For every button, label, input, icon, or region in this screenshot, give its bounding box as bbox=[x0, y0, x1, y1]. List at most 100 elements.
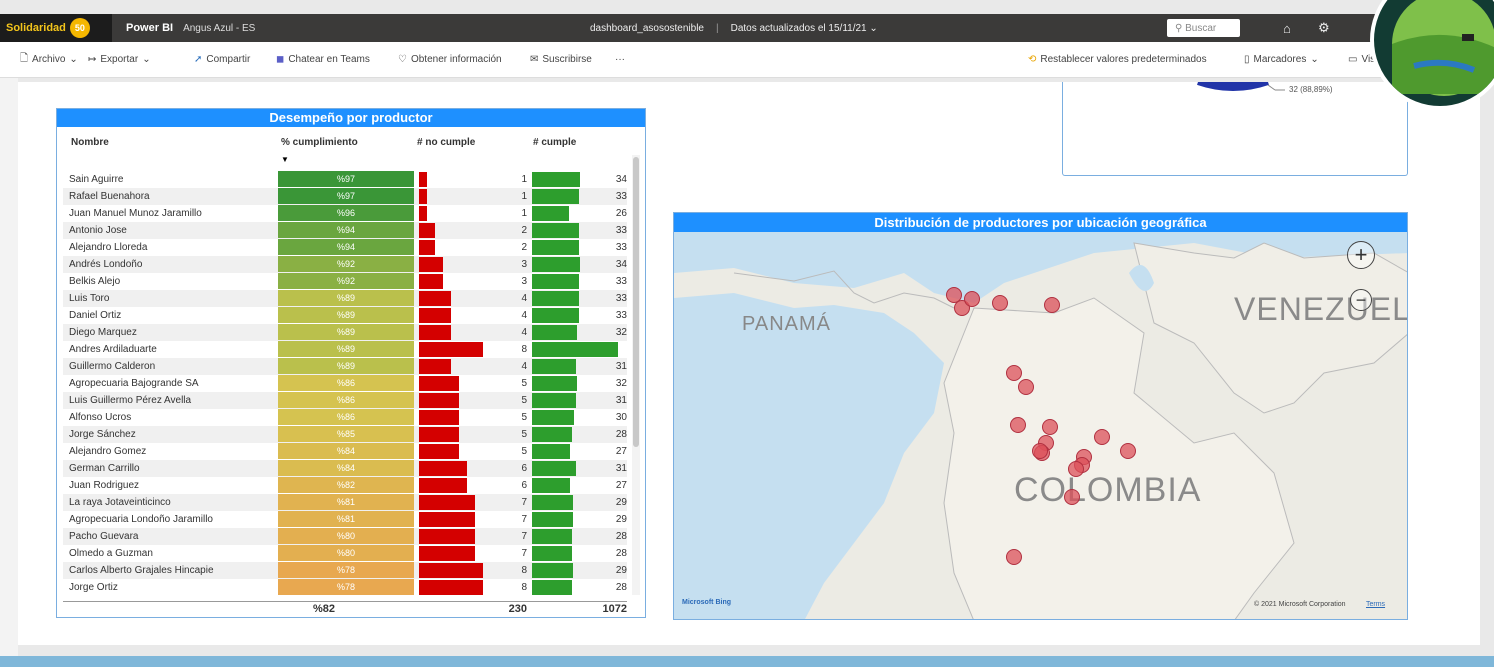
producer-location-marker[interactable] bbox=[964, 291, 980, 307]
geo-distribution-map[interactable]: Distribución de productores por ubicació… bbox=[673, 212, 1408, 620]
title-separator: | bbox=[715, 22, 719, 34]
column-header-cumple[interactable]: # cumple bbox=[533, 137, 576, 148]
pie-chart-fragment bbox=[1197, 79, 1285, 91]
cumple-bar bbox=[532, 410, 575, 425]
insights-label: Obtener información bbox=[410, 54, 502, 65]
reset-icon: ⟲ bbox=[1028, 54, 1037, 65]
cumple-bar bbox=[532, 563, 573, 578]
table-row[interactable]: Alejandro Lloreda %94 2 33 bbox=[63, 239, 627, 256]
no-cumple-value: 5 bbox=[521, 412, 527, 423]
producer-location-marker[interactable] bbox=[1018, 379, 1034, 395]
producer-name: Antonio Jose bbox=[69, 225, 127, 236]
bookmarks-label: Marcadores bbox=[1253, 54, 1307, 65]
scrollbar-thumb[interactable] bbox=[633, 157, 639, 447]
cumple-value: 28 bbox=[615, 429, 627, 440]
zoom-in-button[interactable]: + bbox=[1347, 241, 1375, 269]
no-cumple-value: 2 bbox=[521, 242, 527, 253]
zoom-out-button[interactable]: − bbox=[1350, 289, 1372, 311]
table-row[interactable]: German Carrillo %84 6 31 bbox=[63, 460, 627, 477]
data-updated-dropdown[interactable]: Datos actualizados el 15/11/21 ⌄ bbox=[731, 23, 878, 34]
table-row[interactable]: Jorge Ortiz %78 8 28 bbox=[63, 579, 627, 596]
country-label-colombia: COLOMBIA bbox=[1014, 471, 1202, 509]
table-row[interactable]: Andrés Londoño %92 3 34 bbox=[63, 256, 627, 273]
subscribe-button[interactable]: ✉ Suscribirse bbox=[530, 54, 592, 65]
table-row[interactable]: Juan Manuel Munoz Jaramillo %96 1 26 bbox=[63, 205, 627, 222]
producer-name: Sain Aguirre bbox=[69, 174, 124, 185]
app-name[interactable]: Power BI bbox=[126, 22, 173, 34]
table-row[interactable]: Juan Rodriguez %82 6 27 bbox=[63, 477, 627, 494]
file-menu[interactable]: 🗋 Archivo ⌄ bbox=[20, 51, 78, 68]
producer-location-marker[interactable] bbox=[1068, 461, 1084, 477]
table-row[interactable]: Luis Guillermo Pérez Avella %86 5 31 bbox=[63, 392, 627, 409]
producer-location-marker[interactable] bbox=[1006, 365, 1022, 381]
table-row[interactable]: Alejandro Gomez %84 5 27 bbox=[63, 443, 627, 460]
producer-location-marker[interactable] bbox=[1010, 417, 1026, 433]
producer-location-marker[interactable] bbox=[1044, 297, 1060, 313]
map-title: Distribución de productores por ubicació… bbox=[674, 213, 1407, 232]
producer-name: Jorge Sánchez bbox=[69, 429, 136, 440]
producer-location-marker[interactable] bbox=[1094, 429, 1110, 445]
table-row[interactable]: Daniel Ortiz %89 4 33 bbox=[63, 307, 627, 324]
table-row[interactable]: Luis Toro %89 4 33 bbox=[63, 290, 627, 307]
table-row[interactable]: Agropecuaria Londoño Jaramillo %81 7 29 bbox=[63, 511, 627, 528]
table-row[interactable]: Jorge Sánchez %85 5 28 bbox=[63, 426, 627, 443]
table-row[interactable]: Rafael Buenahora %97 1 33 bbox=[63, 188, 627, 205]
producer-location-marker[interactable] bbox=[1006, 549, 1022, 565]
producer-name: Guillermo Calderon bbox=[69, 361, 156, 372]
producer-location-marker[interactable] bbox=[1042, 419, 1058, 435]
export-menu[interactable]: ↦ Exportar ⌄ bbox=[88, 54, 151, 65]
cumple-value: 33 bbox=[615, 191, 627, 202]
no-cumple-bar bbox=[419, 291, 451, 306]
share-button[interactable]: ➚ Compartir bbox=[194, 54, 250, 65]
notification-icon[interactable]: ⌂ bbox=[1283, 21, 1291, 36]
workspace-name[interactable]: Angus Azul - ES bbox=[183, 23, 255, 34]
table-row[interactable]: Agropecuaria Bajogrande SA %86 5 32 bbox=[63, 375, 627, 392]
table-row[interactable]: Carlos Alberto Grajales Hincapie %78 8 29 bbox=[63, 562, 627, 579]
compliance-cell: %86 bbox=[278, 409, 414, 425]
more-options-button[interactable]: ··· bbox=[615, 54, 625, 65]
insights-button[interactable]: ♡ Obtener información bbox=[398, 54, 502, 65]
no-cumple-value: 4 bbox=[521, 327, 527, 338]
producer-performance-table[interactable]: Desempeño por productor Nombre % cumplim… bbox=[56, 108, 646, 618]
logo-badge: 50 bbox=[69, 18, 90, 38]
table-row[interactable]: Alfonso Ucros %86 5 30 bbox=[63, 409, 627, 426]
settings-gear-icon[interactable]: ⚙ bbox=[1318, 20, 1330, 36]
table-row[interactable]: Sain Aguirre %97 1 34 bbox=[63, 171, 627, 188]
sort-descending-icon[interactable]: ▼ bbox=[281, 155, 289, 164]
table-row[interactable]: Antonio Jose %94 2 33 bbox=[63, 222, 627, 239]
cumple-bar bbox=[532, 495, 573, 510]
cumple-value: 31 bbox=[615, 395, 627, 406]
map-copyright: © 2021 Microsoft Corporation bbox=[1254, 601, 1346, 608]
table-row[interactable]: Pacho Guevara %80 7 28 bbox=[63, 528, 627, 545]
producer-location-marker[interactable] bbox=[1032, 443, 1048, 459]
table-row[interactable]: Andres Ardiladuarte %89 8 bbox=[63, 341, 627, 358]
search-input[interactable]: ⚲ Buscar bbox=[1167, 19, 1240, 37]
no-cumple-bar bbox=[419, 172, 427, 187]
column-header-name[interactable]: Nombre bbox=[71, 137, 109, 148]
bookmarks-menu[interactable]: ▯ Marcadores ⌄ bbox=[1244, 54, 1319, 65]
no-cumple-bar bbox=[419, 393, 459, 408]
column-header-no-cumple[interactable]: # no cumple bbox=[417, 137, 475, 148]
table-row[interactable]: Diego Marquez %89 4 32 bbox=[63, 324, 627, 341]
table-row[interactable]: La raya Jotaveinticinco %81 7 29 bbox=[63, 494, 627, 511]
map-terms-link[interactable]: Terms bbox=[1366, 601, 1385, 608]
table-row[interactable]: Olmedo a Guzman %80 7 28 bbox=[63, 545, 627, 562]
no-cumple-bar bbox=[419, 427, 459, 442]
map-base[interactable] bbox=[674, 213, 1408, 620]
producer-name: Andrés Londoño bbox=[69, 259, 143, 270]
producer-name: Luis Guillermo Pérez Avella bbox=[69, 395, 192, 406]
share-icon: ➚ bbox=[194, 54, 203, 65]
teams-button[interactable]: ◼ Chatear en Teams bbox=[276, 54, 370, 65]
producer-name: Agropecuaria Londoño Jaramillo bbox=[69, 514, 213, 525]
table-row[interactable]: Belkis Alejo %92 3 33 bbox=[63, 273, 627, 290]
producer-location-marker[interactable] bbox=[992, 295, 1008, 311]
pie-chart-card[interactable]: 32 (88,89%) bbox=[1062, 79, 1408, 176]
producer-location-marker[interactable] bbox=[1064, 489, 1080, 505]
no-cumple-value: 8 bbox=[521, 565, 527, 576]
compliance-cell: %78 bbox=[278, 562, 414, 578]
table-scrollbar[interactable] bbox=[632, 155, 640, 595]
reset-defaults-button[interactable]: ⟲ Restablecer valores predeterminados bbox=[1028, 54, 1207, 65]
column-header-pct[interactable]: % cumplimiento bbox=[281, 137, 358, 148]
producer-location-marker[interactable] bbox=[1120, 443, 1136, 459]
table-row[interactable]: Guillermo Calderon %89 4 31 bbox=[63, 358, 627, 375]
